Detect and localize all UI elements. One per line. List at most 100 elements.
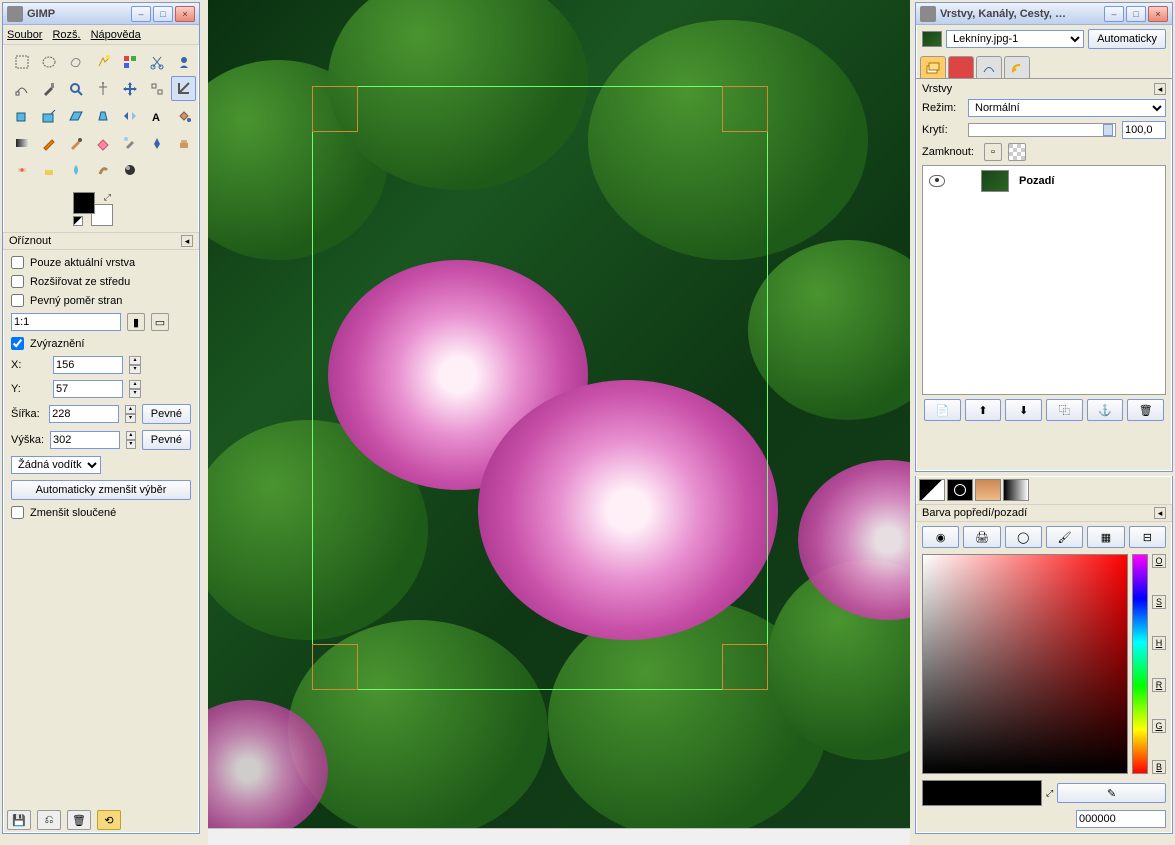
save-options-icon[interactable]: 💾 — [7, 810, 31, 830]
menu-file[interactable]: Soubor — [7, 29, 42, 41]
sel-o[interactable]: O — [1152, 554, 1166, 568]
tool-shear[interactable] — [63, 103, 88, 128]
close-button[interactable]: × — [175, 6, 195, 22]
tab-layers[interactable] — [920, 56, 946, 78]
maximize-button[interactable]: □ — [153, 6, 173, 22]
tool-paintbrush[interactable] — [63, 130, 88, 155]
tool-airbrush[interactable] — [117, 130, 142, 155]
opacity-slider[interactable] — [968, 123, 1116, 137]
delete-options-icon[interactable]: 🗑 — [67, 810, 91, 830]
hex-input[interactable] — [1076, 810, 1166, 828]
sat-val-area[interactable] — [922, 554, 1128, 774]
tab-undo[interactable] — [1004, 56, 1030, 78]
minimize-button[interactable]: – — [131, 6, 151, 22]
default-colors-icon[interactable] — [73, 216, 83, 226]
sel-b[interactable]: B — [1152, 760, 1166, 774]
portrait-icon[interactable]: ▮ — [127, 313, 145, 331]
crop-handle-tr[interactable] — [722, 86, 768, 132]
raise-layer-button[interactable]: ⬆ — [965, 399, 1002, 421]
hue-bar[interactable] — [1132, 554, 1148, 774]
tab-paths[interactable] — [976, 56, 1002, 78]
restore-options-icon[interactable]: ⎌ — [37, 810, 61, 830]
close-button[interactable]: × — [1148, 6, 1168, 22]
opt-fixed-aspect[interactable]: Pevný poměr stran — [11, 294, 191, 307]
h-fixed-button[interactable]: Pevné — [142, 430, 191, 450]
layers-menu-icon[interactable]: ◂ — [1154, 83, 1166, 95]
tab-channels[interactable] — [948, 56, 974, 78]
tool-rotate[interactable] — [9, 103, 34, 128]
aspect-input[interactable] — [11, 313, 121, 331]
tool-scissors[interactable] — [144, 49, 169, 74]
visibility-icon[interactable] — [929, 175, 945, 187]
crop-handle-br[interactable] — [722, 644, 768, 690]
anchor-layer-button[interactable]: ⚓ — [1087, 399, 1124, 421]
image-canvas[interactable] — [208, 0, 910, 828]
tool-color-select[interactable] — [117, 49, 142, 74]
tool-ink[interactable] — [144, 130, 169, 155]
tool-options-menu-icon[interactable]: ◂ — [181, 235, 193, 247]
lock-pixels-icon[interactable]: ▫ — [984, 143, 1002, 161]
w-fixed-button[interactable]: Pevné — [142, 404, 191, 424]
tool-measure[interactable] — [90, 76, 115, 101]
color-menu-icon[interactable]: ◂ — [1154, 507, 1166, 519]
tool-blend[interactable] — [9, 130, 34, 155]
h-input[interactable] — [50, 431, 120, 449]
crop-handle-tl[interactable] — [312, 86, 358, 132]
tool-zoom[interactable] — [63, 76, 88, 101]
tool-align[interactable] — [144, 76, 169, 101]
w-input[interactable] — [49, 405, 119, 423]
tab-gradient[interactable] — [1003, 479, 1029, 501]
guides-select[interactable]: Žádná vodítka — [11, 456, 101, 474]
tool-perspective[interactable] — [90, 103, 115, 128]
new-layer-button[interactable]: 📄 — [924, 399, 961, 421]
swap-color-icon[interactable]: ⤢ — [1046, 788, 1053, 799]
tool-dodge[interactable] — [117, 157, 142, 182]
lock-alpha-icon[interactable] — [1008, 143, 1026, 161]
lower-layer-button[interactable]: ⬇ — [1005, 399, 1042, 421]
maximize-button[interactable]: □ — [1126, 6, 1146, 22]
watercolor-selector-icon[interactable]: 🖌 — [1046, 526, 1083, 548]
tool-blur[interactable] — [63, 157, 88, 182]
mode-select[interactable]: Normální — [968, 99, 1166, 117]
swap-colors-icon[interactable]: ⤢ — [104, 192, 111, 203]
tool-bucket[interactable] — [171, 103, 196, 128]
tool-pencil[interactable] — [36, 130, 61, 155]
tab-fgbg[interactable] — [919, 479, 945, 501]
sel-h[interactable]: H — [1152, 636, 1166, 650]
tab-brush[interactable] — [947, 479, 973, 501]
toolbox-titlebar[interactable]: GIMP – □ × — [3, 3, 199, 25]
opacity-input[interactable] — [1122, 121, 1166, 139]
y-input[interactable] — [53, 380, 123, 398]
layer-row[interactable]: Pozadí — [923, 166, 1165, 196]
palette-selector-icon[interactable]: ▦ — [1087, 526, 1124, 548]
tool-eraser[interactable] — [90, 130, 115, 155]
tool-smudge[interactable] — [90, 157, 115, 182]
x-input[interactable] — [53, 356, 123, 374]
opt-expand-center[interactable]: Rozšiřovat ze středu — [11, 275, 191, 288]
tool-color-picker[interactable] — [36, 76, 61, 101]
tool-foreground-select[interactable] — [171, 49, 196, 74]
tool-move[interactable] — [117, 76, 142, 101]
triangle-selector-icon[interactable]: ◯ — [1005, 526, 1042, 548]
crop-rect[interactable] — [312, 86, 768, 690]
menu-help[interactable]: Nápověda — [91, 29, 141, 41]
tool-free-select[interactable] — [63, 49, 88, 74]
delete-layer-button[interactable]: 🗑 — [1127, 399, 1164, 421]
duplicate-layer-button[interactable]: ⿻ — [1046, 399, 1083, 421]
fg-color-swatch[interactable] — [73, 192, 95, 214]
cmyk-selector-icon[interactable]: 🖨 — [963, 526, 1000, 548]
menu-ext[interactable]: Rozš. — [52, 29, 80, 41]
tool-clone[interactable] — [171, 130, 196, 155]
sel-g[interactable]: G — [1152, 719, 1166, 733]
tool-crop[interactable] — [171, 76, 196, 101]
color-pick-button[interactable]: ✎ — [1057, 783, 1166, 803]
tab-pattern[interactable] — [975, 479, 1001, 501]
sel-s[interactable]: S — [1152, 595, 1166, 609]
auto-button[interactable]: Automaticky — [1088, 29, 1166, 49]
tool-rect-select[interactable] — [9, 49, 34, 74]
tool-text[interactable]: A — [144, 103, 169, 128]
opt-highlight[interactable]: Zvýraznění — [11, 337, 191, 350]
crop-handle-bl[interactable] — [312, 644, 358, 690]
minimize-button[interactable]: – — [1104, 6, 1124, 22]
image-select[interactable]: Lekníny.jpg-1 — [946, 30, 1084, 48]
